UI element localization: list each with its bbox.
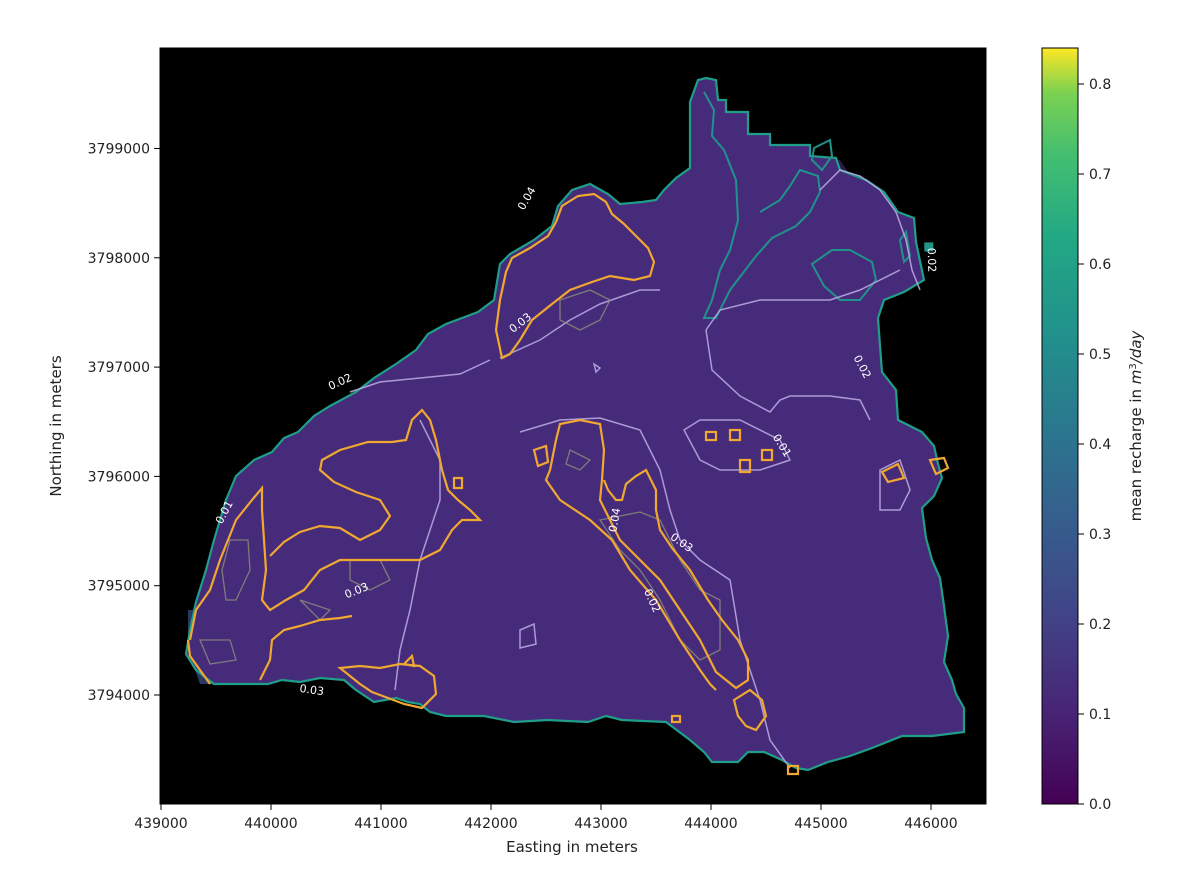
chart: 0.040.030.020.010.030.030.040.030.020.01… [47,47,1145,856]
x-axis-label: Easting in meters [506,838,638,856]
x-tick-label-0: 439000 [134,816,187,832]
x-tick-label-1: 440000 [244,816,297,832]
x-tick-label-3: 442000 [464,816,517,832]
y-tick-label-3: 3797000 [88,360,150,376]
colorbar-tick-label-0: 0.0 [1089,797,1111,813]
colorbar-tick-label-5: 0.5 [1089,347,1111,363]
colorbar-gradient [1042,48,1078,804]
y-axis-label: Northing in meters [47,355,65,496]
colorbar-tick-label-1: 0.1 [1089,707,1111,723]
colorbar-tick-label-6: 0.6 [1089,257,1111,273]
y-tick-label-5: 3799000 [88,142,150,158]
x-tick-label-6: 445000 [794,816,847,832]
colorbar-tick-label-3: 0.3 [1089,527,1111,543]
y-tick-label-2: 3796000 [88,469,150,485]
colorbar-tick-label-7: 0.7 [1089,167,1111,183]
contour-label-11: 0.02 [925,248,939,273]
x-tick-label-5: 444000 [684,816,737,832]
x-axis-ticks: 439000 440000 441000 442000 443000 444000 4450… [134,804,958,832]
colorbar-tick-label-8: 0.8 [1089,77,1111,93]
x-tick-label-7: 446000 [904,816,957,832]
y-tick-label-4: 3798000 [88,251,150,267]
y-tick-label-1: 3795000 [88,579,150,595]
colorbar-tick-label-4: 0.4 [1089,437,1111,453]
colorbar-tick-label-2: 0.2 [1089,617,1111,633]
colorbar-ticks: 0.0 0.1 0.2 0.3 0.4 0.5 0.6 0.7 0.8 [1078,77,1111,813]
x-tick-label-2: 441000 [354,816,407,832]
y-tick-label-0: 3794000 [88,688,150,704]
colorbar: 0.0 0.1 0.2 0.3 0.4 0.5 0.6 0.7 0.8 mean recharg… [1041,47,1145,813]
y-axis-ticks: 3794000 3795000 3796000 3797000 3798000 37990… [88,142,160,704]
colorbar-label: mean recharge in m3/day [1127,329,1145,521]
x-tick-label-4: 443000 [574,816,627,832]
figure: 0.04 0.03 0.02 0.01 0.03 0.03 0.04 0.03 0.02 0.01… [0,0,1200,886]
